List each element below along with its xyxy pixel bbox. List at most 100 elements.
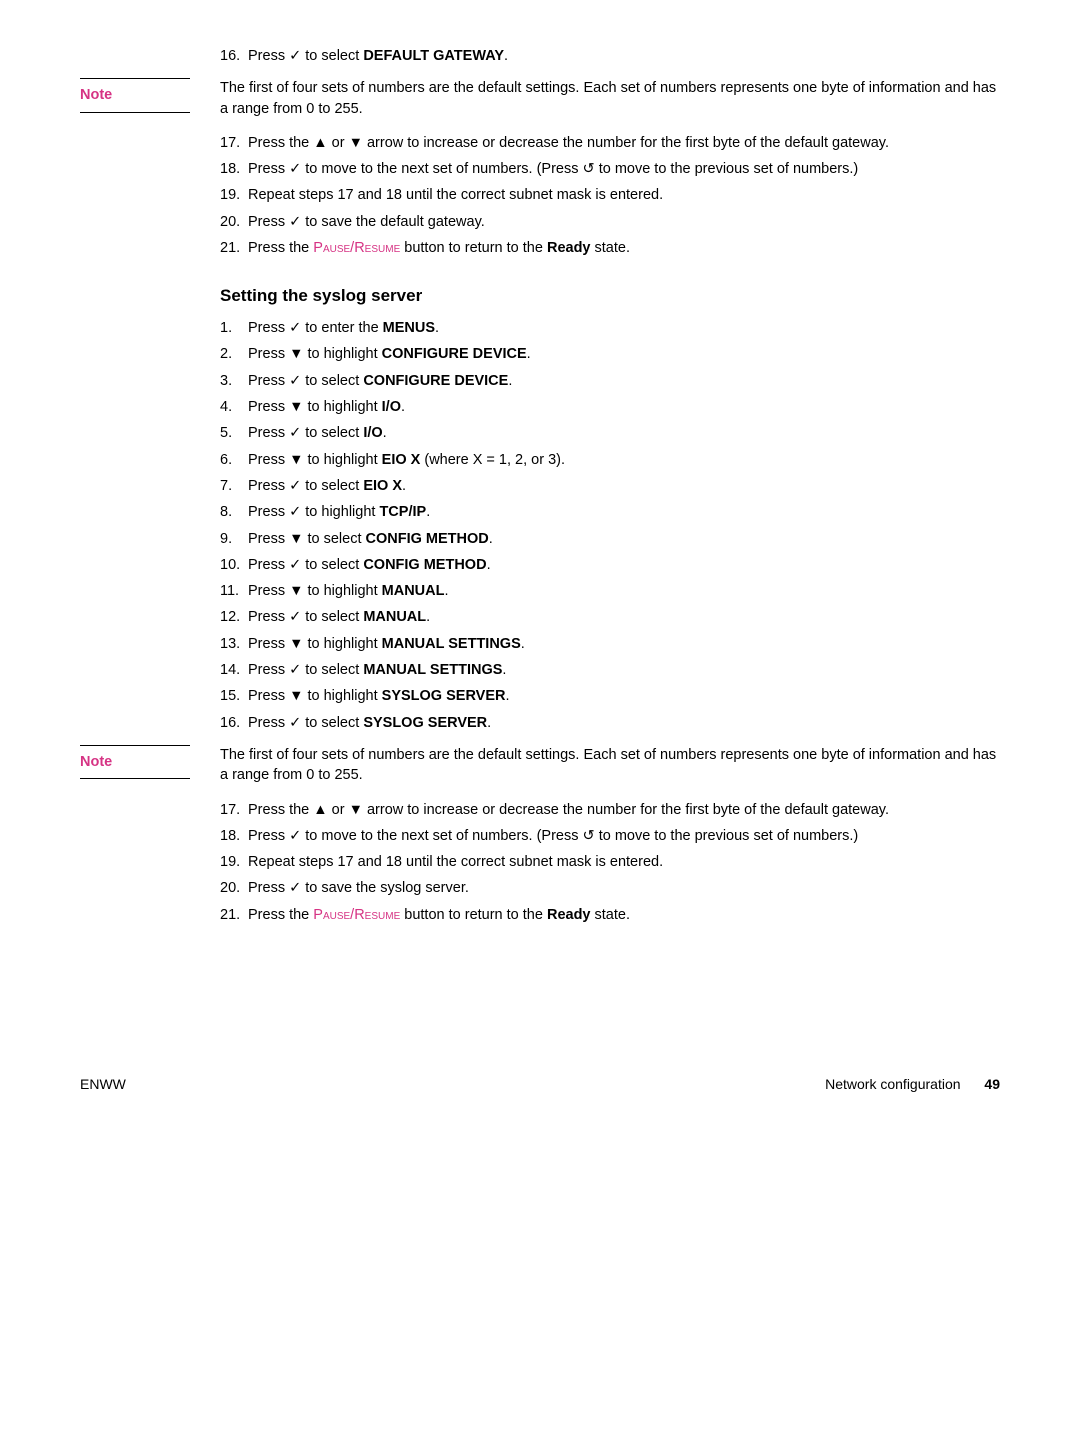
step-text: Press ✓ to select DEFAULT GATEWAY.: [248, 46, 1000, 66]
bold-text: MANUAL SETTINGS: [382, 636, 521, 652]
step-num: 15.: [220, 686, 248, 706]
note-label: Note: [80, 78, 190, 112]
bold-text: MANUAL SETTINGS: [363, 662, 502, 678]
text: to select: [301, 609, 363, 625]
step: 11.Press ▼ to highlight MANUAL.: [220, 581, 1000, 601]
step-text: Press ✓ to save the syslog server.: [248, 878, 1000, 898]
step-num: 17.: [220, 133, 248, 153]
step: 1.Press ✓ to enter the MENUS.: [220, 318, 1000, 338]
step-num: 4.: [220, 397, 248, 417]
text: Press: [248, 425, 289, 441]
text: to highlight: [301, 504, 379, 520]
step: 2.Press ▼ to highlight CONFIGURE DEVICE.: [220, 344, 1000, 364]
text: .: [508, 373, 512, 389]
step: 21.Press the Pause/Resume button to retu…: [220, 238, 1000, 258]
bold-text: SYSLOG SERVER: [363, 715, 487, 731]
note-left: Note: [80, 745, 220, 786]
text: or: [328, 802, 349, 818]
bold-text: Ready: [547, 907, 591, 923]
step-text: Press the ▲ or ▼ arrow to increase or de…: [248, 800, 1000, 820]
text: Press: [248, 478, 289, 494]
text: to select: [301, 478, 363, 494]
text: Press the: [248, 907, 313, 923]
step: 3.Press ✓ to select CONFIGURE DEVICE.: [220, 371, 1000, 391]
text: Press: [248, 557, 289, 573]
check-icon: ✓: [289, 660, 301, 680]
text: to move to the previous set of numbers.): [595, 161, 859, 177]
step-text: Press the Pause/Resume button to return …: [248, 238, 1000, 258]
check-icon: ✓: [289, 476, 301, 496]
step: 16. Press ✓ to select DEFAULT GATEWAY.: [220, 46, 1000, 66]
step: 14.Press ✓ to select MANUAL SETTINGS.: [220, 660, 1000, 680]
text: to highlight: [303, 452, 381, 468]
text: Press the: [248, 135, 313, 151]
step-num: 5.: [220, 423, 248, 443]
step-text: Repeat steps 17 and 18 until the correct…: [248, 185, 1000, 205]
note-label: Note: [80, 745, 190, 779]
text: to select: [301, 662, 363, 678]
bold-text: CONFIGURE DEVICE: [382, 346, 527, 362]
text: .: [504, 48, 508, 64]
step-text: Press ✓ to select CONFIG METHOD.: [248, 555, 1000, 575]
bold-text: EIO X: [363, 478, 402, 494]
step-num: 2.: [220, 344, 248, 364]
text: to move to the previous set of numbers.): [595, 828, 859, 844]
step: 21.Press the Pause/Resume button to retu…: [220, 905, 1000, 925]
text: to select: [301, 373, 363, 389]
step-text: Press ▼ to highlight SYSLOG SERVER.: [248, 686, 1000, 706]
step: 13.Press ▼ to highlight MANUAL SETTINGS.: [220, 634, 1000, 654]
page-number: 49: [984, 1076, 1000, 1092]
bold-text: CONFIG METHOD: [366, 531, 489, 547]
down-icon: ▼: [289, 450, 303, 470]
pause-resume-label: Pause/Resume: [313, 907, 400, 923]
check-icon: ✓: [289, 318, 301, 338]
step-num: 20.: [220, 212, 248, 232]
text: to select: [301, 425, 363, 441]
note-body: The first of four sets of numbers are th…: [220, 745, 1000, 786]
down-icon: ▼: [289, 686, 303, 706]
text: Press: [248, 452, 289, 468]
step-text: Press ▼ to highlight CONFIGURE DEVICE.: [248, 344, 1000, 364]
step: 16.Press ✓ to select SYSLOG SERVER.: [220, 713, 1000, 733]
back-icon: ↺: [583, 826, 595, 846]
step-text: Press ✓ to select I/O.: [248, 423, 1000, 443]
text: .: [502, 662, 506, 678]
text: Press the: [248, 802, 313, 818]
text: to move to the next set of numbers. (Pre…: [301, 828, 582, 844]
step-num: 20.: [220, 878, 248, 898]
text: Press: [248, 531, 289, 547]
step: 17.Press the ▲ or ▼ arrow to increase or…: [220, 133, 1000, 153]
step-num: 21.: [220, 905, 248, 925]
step-text: Press the ▲ or ▼ arrow to increase or de…: [248, 133, 1000, 153]
down-icon: ▼: [349, 800, 363, 820]
text: to select: [303, 531, 365, 547]
bold-text: CONFIG METHOD: [363, 557, 486, 573]
down-icon: ▼: [289, 581, 303, 601]
text: .: [489, 531, 493, 547]
bold-text: TCP/IP: [379, 504, 426, 520]
text: Press the: [248, 240, 313, 256]
step-num: 1.: [220, 318, 248, 338]
step-text: Press ✓ to select SYSLOG SERVER.: [248, 713, 1000, 733]
step-num: 10.: [220, 555, 248, 575]
text: Press: [248, 688, 289, 704]
text: to enter the: [301, 320, 382, 336]
step: 19.Repeat steps 17 and 18 until the corr…: [220, 852, 1000, 872]
bold-text: MANUAL: [382, 583, 445, 599]
text: to highlight: [303, 636, 381, 652]
step-text: Press ✓ to save the default gateway.: [248, 212, 1000, 232]
text: to highlight: [303, 583, 381, 599]
note-block: Note The first of four sets of numbers a…: [80, 78, 1000, 119]
bold-text: Ready: [547, 240, 591, 256]
text: Press: [248, 214, 289, 230]
down-icon: ▼: [289, 397, 303, 417]
step: 4.Press ▼ to highlight I/O.: [220, 397, 1000, 417]
step-text: Press ▼ to highlight EIO X (where X = 1,…: [248, 450, 1000, 470]
down-icon: ▼: [289, 344, 303, 364]
step-text: Press ✓ to select CONFIGURE DEVICE.: [248, 371, 1000, 391]
step-num: 13.: [220, 634, 248, 654]
step-num: 19.: [220, 852, 248, 872]
text: to save the syslog server.: [301, 880, 469, 896]
step: 18.Press ✓ to move to the next set of nu…: [220, 826, 1000, 846]
step: 8.Press ✓ to highlight TCP/IP.: [220, 502, 1000, 522]
